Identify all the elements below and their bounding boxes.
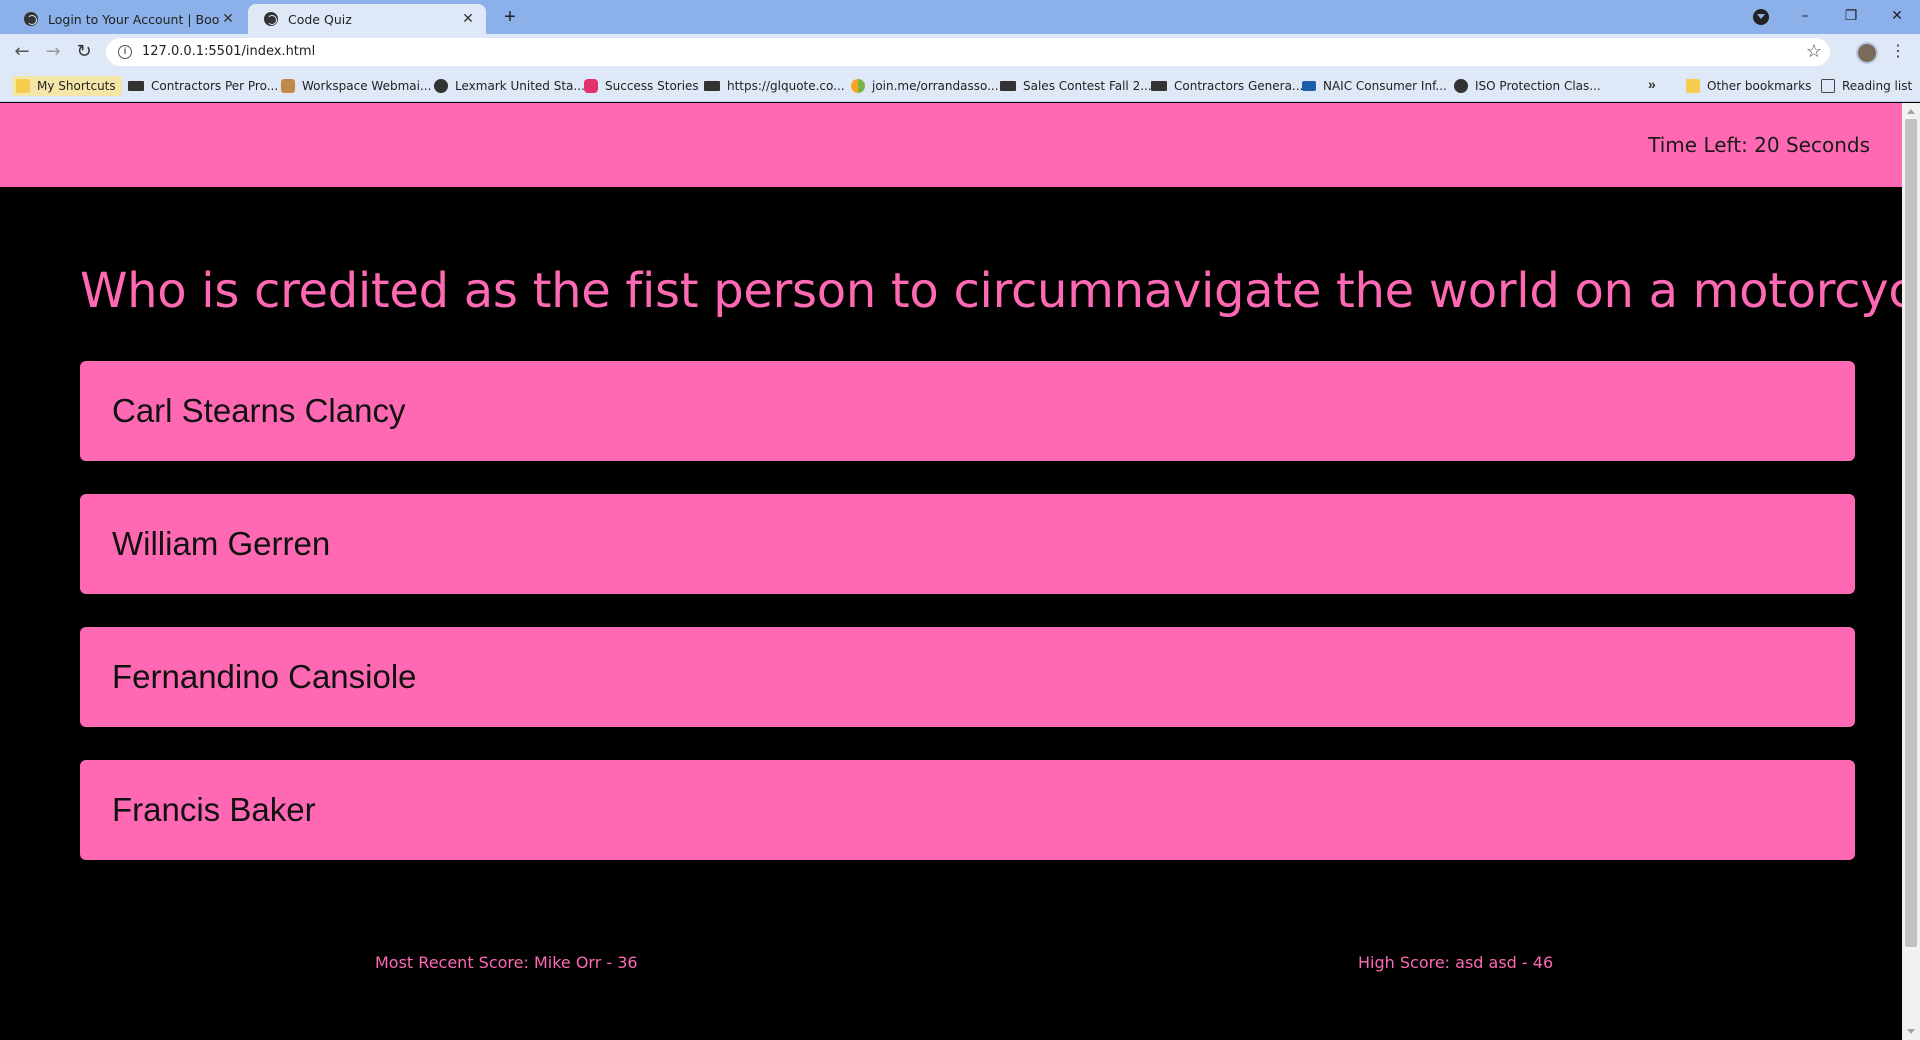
page-scrollbar[interactable]: [1902, 103, 1920, 1040]
globe-icon: [434, 79, 448, 93]
scroll-up-icon[interactable]: [1907, 109, 1915, 114]
answer-button-3[interactable]: Fernandino Cansiole: [80, 627, 1855, 727]
bookmark-label: Contractors Per Pro...: [151, 79, 279, 93]
bookmark-contractors-genera[interactable]: Contractors Genera...: [1151, 76, 1303, 96]
bookmark-label: Contractors Genera...: [1174, 79, 1304, 93]
restore-button[interactable]: ❐: [1836, 4, 1866, 28]
tab-search-icon[interactable]: [1753, 9, 1769, 25]
new-tab-button[interactable]: +: [498, 6, 522, 30]
answer-list: Carl Stearns Clancy William Gerren Ferna…: [80, 361, 1855, 893]
bookmark-workspace-webmail[interactable]: Workspace Webmai...: [281, 76, 431, 96]
bookmark-lexmark[interactable]: Lexmark United Sta...: [434, 76, 585, 96]
tab-login[interactable]: Login to Your Account | Bootcamp ✕: [8, 4, 246, 34]
bookmark-label: NAIC Consumer Inf...: [1323, 79, 1447, 93]
joinme-icon: [851, 79, 865, 93]
globe-icon: [1454, 79, 1468, 93]
tab-title: Code Quiz: [288, 11, 352, 27]
scrollbar-thumb[interactable]: [1905, 119, 1917, 947]
folder-icon: [1686, 79, 1700, 93]
grr-icon: [704, 81, 720, 91]
bookmark-glquote[interactable]: https://glquote.co...: [704, 76, 845, 96]
naic-icon: [1302, 81, 1316, 91]
url-text[interactable]: 127.0.0.1:5501/index.html: [142, 44, 315, 59]
bookmark-label: https://glquote.co...: [727, 79, 845, 93]
bookmark-naic[interactable]: NAIC Consumer Inf...: [1302, 76, 1447, 96]
grr-icon: [1000, 81, 1016, 91]
close-tab-icon[interactable]: ✕: [460, 11, 476, 27]
grr-icon: [128, 81, 144, 91]
most-recent-score: Most Recent Score: Mike Orr - 36: [375, 953, 638, 972]
answer-button-2[interactable]: William Gerren: [80, 494, 1855, 594]
hand-icon: [281, 79, 295, 93]
profile-avatar[interactable]: [1856, 42, 1878, 64]
grr-icon: [1151, 81, 1167, 91]
bookmarks-bar: My Shortcuts Contractors Per Pro... Work…: [0, 70, 1920, 102]
bookmark-sales-contest[interactable]: Sales Contest Fall 2...: [1000, 76, 1152, 96]
bookmark-iso-protection[interactable]: ISO Protection Clas...: [1454, 76, 1601, 96]
address-bar[interactable]: i 127.0.0.1:5501/index.html ☆: [106, 38, 1830, 66]
bookmarks-overflow-button[interactable]: »: [1648, 76, 1656, 92]
browser-toolbar: ← → ↻ i 127.0.0.1:5501/index.html ☆ ⋮: [0, 34, 1920, 70]
answer-button-1[interactable]: Carl Stearns Clancy: [80, 361, 1855, 461]
globe-icon: [24, 12, 38, 26]
folder-icon: [16, 79, 30, 93]
bookmark-label: Other bookmarks: [1707, 79, 1812, 93]
bookmark-success-stories[interactable]: Success Stories: [584, 76, 699, 96]
quiz-page: Time Left: 20 Seconds Who is credited as…: [0, 103, 1902, 1040]
time-left-display: Time Left: 20 Seconds: [1648, 133, 1870, 157]
quiz-header: Time Left: 20 Seconds: [0, 103, 1902, 187]
close-tab-icon[interactable]: ✕: [220, 11, 236, 27]
bookmark-my-shortcuts[interactable]: My Shortcuts: [12, 76, 122, 96]
tab-strip: Login to Your Account | Bootcamp ✕ Code …: [0, 0, 1920, 34]
bookmark-label: Workspace Webmai...: [302, 79, 432, 93]
forward-button[interactable]: →: [41, 40, 65, 64]
reading-list-button[interactable]: Reading list: [1821, 76, 1912, 96]
high-score: High Score: asd asd - 46: [1358, 953, 1554, 972]
reading-list-icon: [1821, 79, 1835, 93]
tab-title: Login to Your Account | Bootcamp: [48, 11, 220, 27]
site-info-icon[interactable]: i: [118, 45, 132, 59]
tab-code-quiz[interactable]: Code Quiz ✕: [248, 4, 486, 34]
globe-icon: [264, 12, 278, 26]
other-bookmarks-folder[interactable]: Other bookmarks: [1686, 76, 1811, 96]
scroll-down-icon[interactable]: [1907, 1029, 1915, 1034]
close-window-button[interactable]: ✕: [1882, 4, 1912, 28]
bookmark-label: Sales Contest Fall 2...: [1023, 79, 1152, 93]
bookmark-contractors-per-pro[interactable]: Contractors Per Pro...: [128, 76, 278, 96]
bookmark-label: Success Stories: [605, 79, 699, 93]
bookmark-star-icon[interactable]: ☆: [1806, 41, 1822, 62]
reload-button[interactable]: ↻: [72, 40, 96, 64]
bookmark-label: ISO Protection Clas...: [1475, 79, 1601, 93]
question-text: Who is credited as the fist person to ci…: [80, 263, 1902, 319]
bookmark-joinme[interactable]: join.me/orrandasso...: [851, 76, 999, 96]
bookmark-label: Lexmark United Sta...: [455, 79, 585, 93]
bookmark-label: Reading list: [1842, 79, 1913, 93]
browser-menu-icon[interactable]: ⋮: [1890, 40, 1906, 64]
bookmark-label: My Shortcuts: [37, 79, 116, 93]
instagram-icon: [584, 79, 598, 93]
minimize-button[interactable]: –: [1790, 4, 1820, 28]
bookmark-label: join.me/orrandasso...: [872, 79, 999, 93]
answer-button-4[interactable]: Francis Baker: [80, 760, 1855, 860]
back-button[interactable]: ←: [10, 40, 34, 64]
